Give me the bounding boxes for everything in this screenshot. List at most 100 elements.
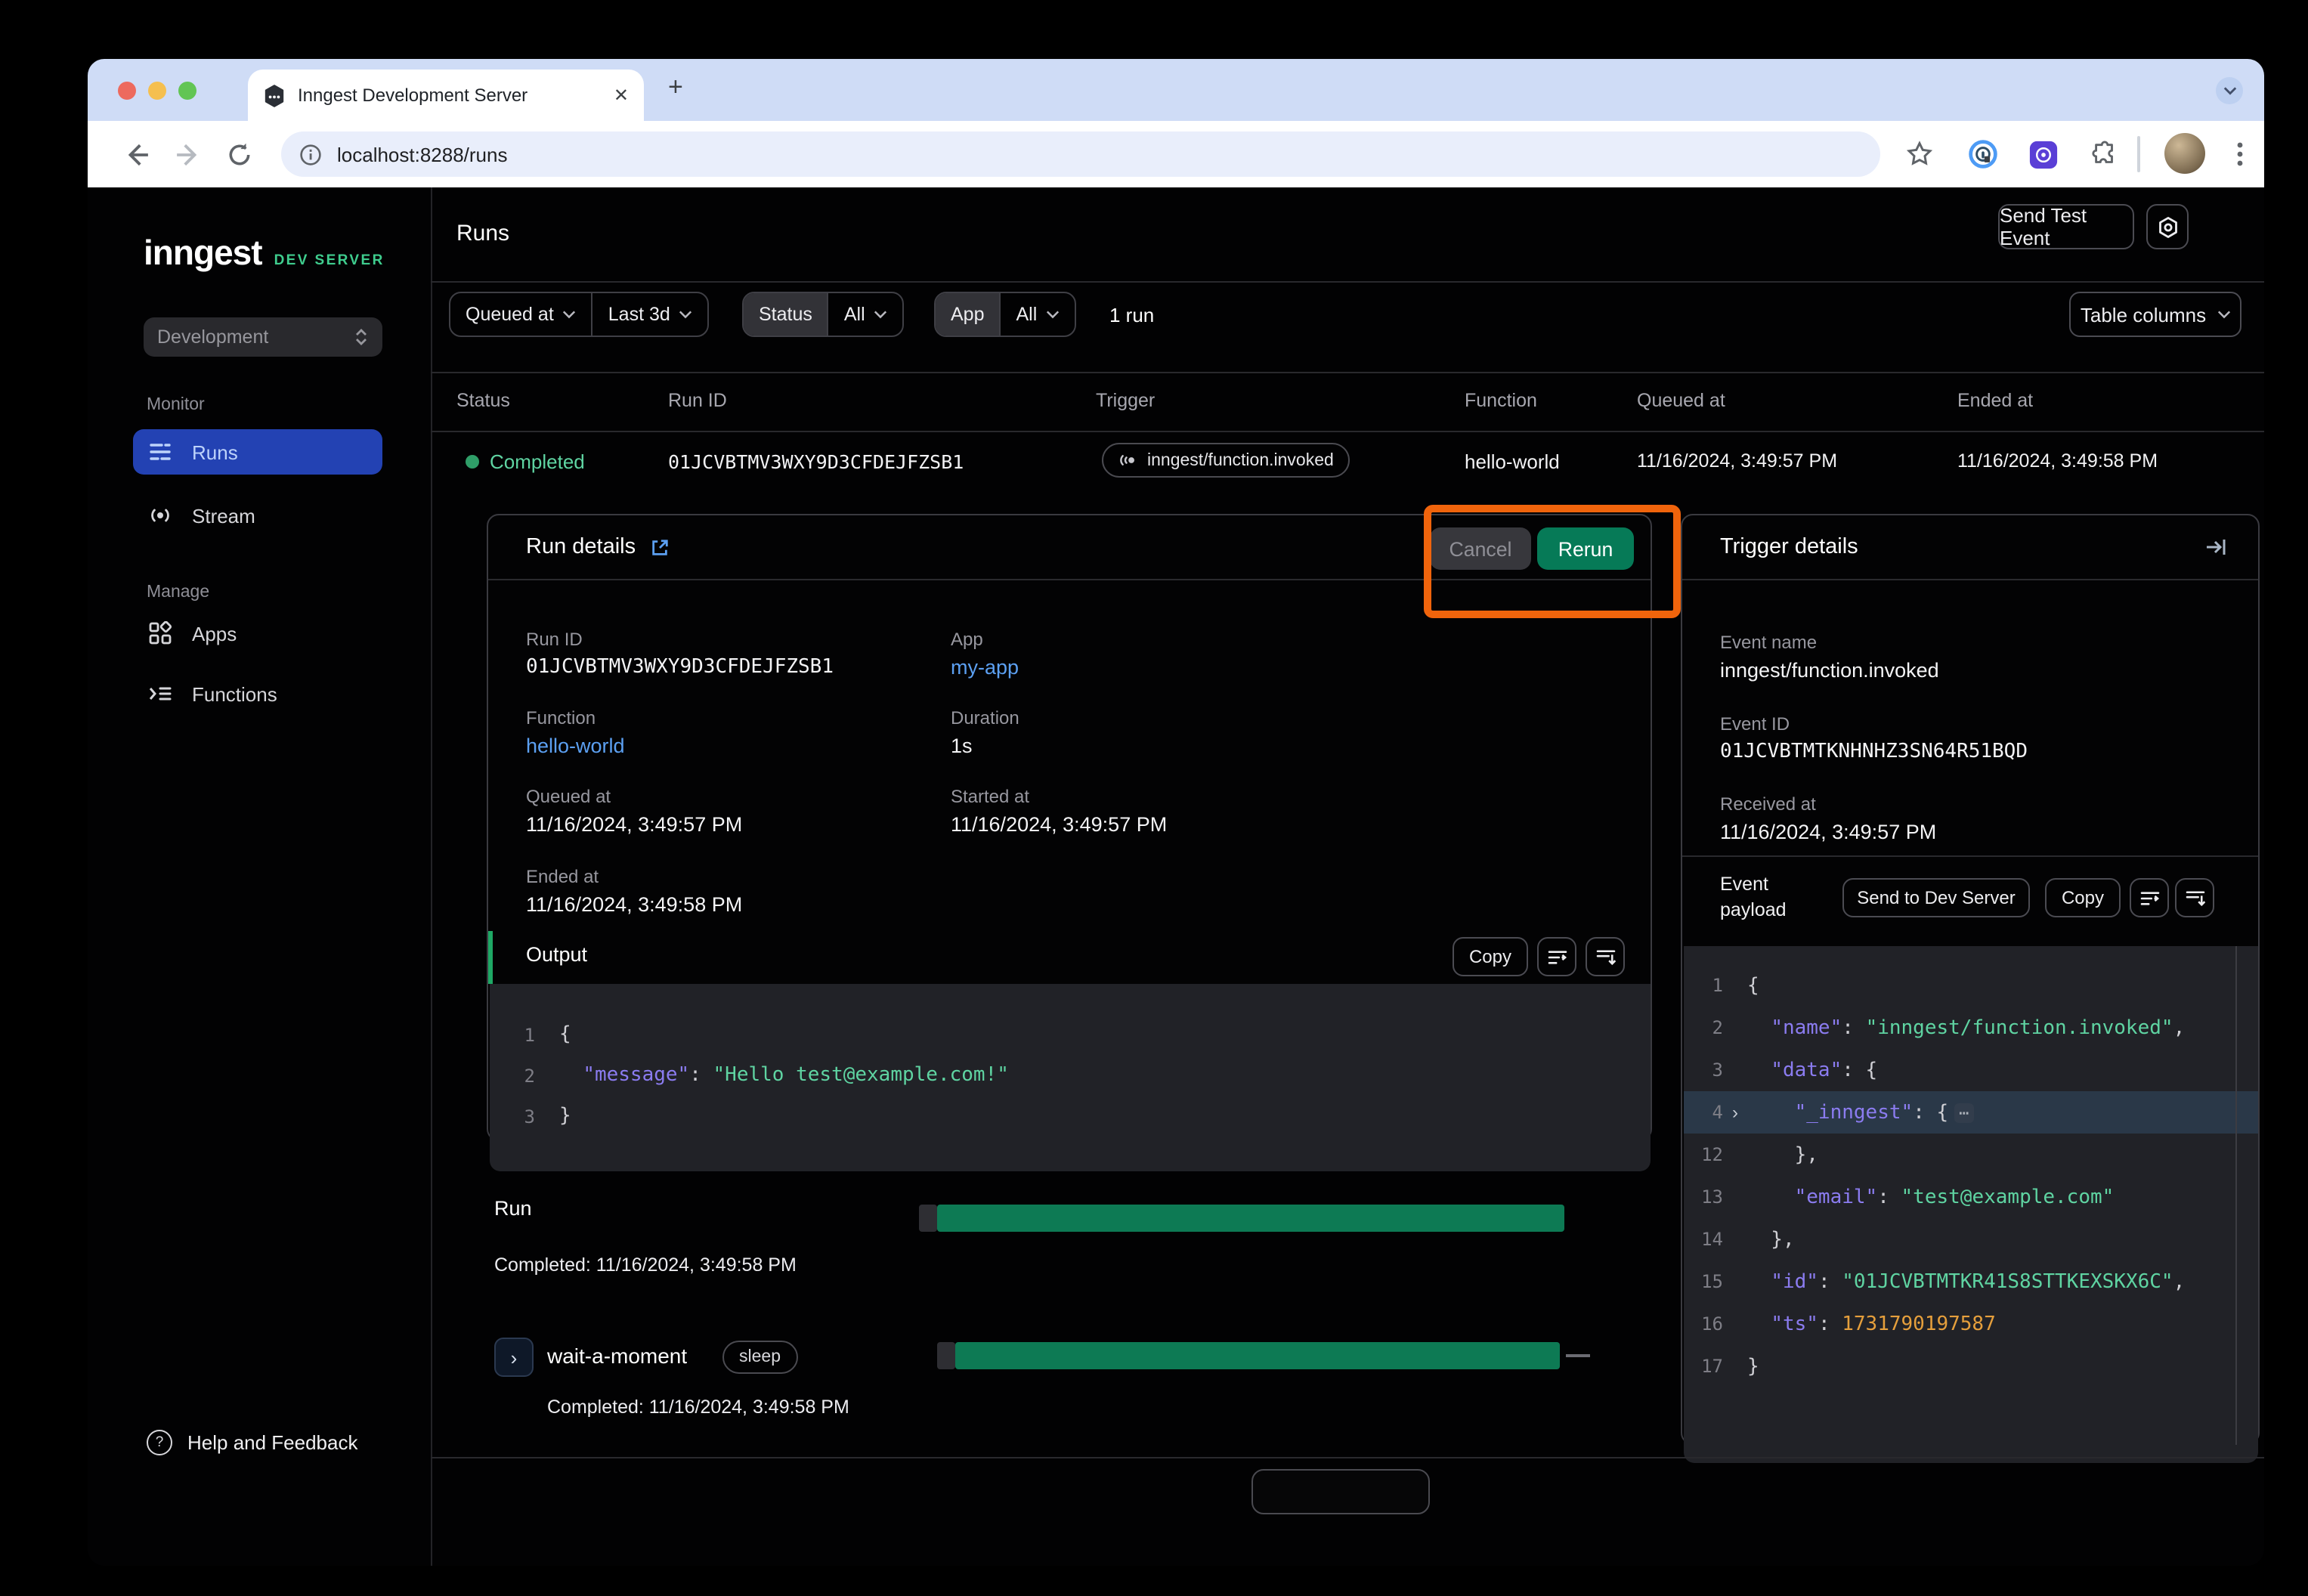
app-value-link[interactable]: my-app: [951, 656, 1019, 679]
extension-app-icon[interactable]: [2028, 139, 2059, 169]
code-line: 4› "_inngest": {⋯: [1684, 1091, 2258, 1134]
tab-search-chevron-icon[interactable]: [2216, 77, 2243, 104]
event-payload-code[interactable]: 1{2 "name": "inngest/function.invoked",3…: [1684, 946, 2258, 1463]
ended-at-label: Ended at: [526, 866, 599, 887]
payload-scroll-bottom-icon[interactable]: [2175, 878, 2214, 917]
browser-menu-kebab-icon[interactable]: [2225, 139, 2255, 169]
sleep-badge: sleep: [722, 1341, 797, 1374]
function-value-link[interactable]: hello-world: [526, 735, 625, 757]
event-broadcast-icon: [1118, 450, 1138, 470]
back-icon[interactable]: [121, 139, 151, 169]
output-code[interactable]: 1{2 "message": "Hello test@example.com!"…: [490, 984, 1651, 1171]
payload-scrollbar[interactable]: [2235, 946, 2237, 1445]
queued-at-filter[interactable]: Queued at: [450, 293, 593, 336]
time-range-filter[interactable]: Last 3d: [593, 293, 708, 336]
external-link-icon[interactable]: [649, 537, 669, 557]
filters-divider: [431, 372, 2264, 373]
minimize-window-button[interactable]: [148, 82, 166, 100]
app-label: App: [951, 629, 983, 650]
gear-icon: [2156, 215, 2179, 238]
timeline-step-pretick: [937, 1342, 955, 1369]
trigger-details-title: Trigger details: [1720, 535, 1858, 559]
functions-icon: [148, 682, 172, 706]
run-id-value: 01JCVBTMV3WXY9D3CFDEJFZSB1: [526, 656, 834, 679]
trigger-panel-divider: [1682, 855, 2258, 857]
row-status: Completed: [490, 450, 585, 473]
environment-select[interactable]: Development: [144, 317, 382, 357]
function-label: Function: [526, 707, 596, 728]
sidebar-item-apps[interactable]: Apps: [133, 611, 382, 656]
trigger-details-header: Trigger details: [1682, 515, 2258, 580]
payload-copy-button[interactable]: Copy: [2045, 878, 2121, 917]
annotation-highlight-box: [1424, 505, 1681, 618]
word-wrap-icon[interactable]: [1537, 937, 1576, 976]
status-filter-value[interactable]: All: [829, 293, 903, 336]
output-section-header: Output Copy: [488, 931, 1651, 984]
send-to-dev-server-button[interactable]: Send to Dev Server: [1842, 878, 2030, 917]
extensions-puzzle-icon[interactable]: [2089, 139, 2119, 169]
output-copy-button[interactable]: Copy: [1453, 937, 1528, 976]
help-and-feedback[interactable]: ? Help and Feedback: [147, 1430, 358, 1455]
question-circle-icon: ?: [147, 1430, 172, 1455]
browser-tab[interactable]: Inngest Development Server ✕: [248, 70, 644, 121]
reload-icon[interactable]: [224, 139, 254, 169]
col-function: Function: [1465, 390, 1537, 411]
timeline-step-bar[interactable]: [955, 1342, 1560, 1369]
code-line: 15 "id": "01JCVBTMTKR41S8STTKEXSKX6C",: [1684, 1260, 2258, 1303]
col-status: Status: [456, 390, 510, 411]
tab-close-icon[interactable]: ✕: [614, 86, 629, 104]
table-columns-button[interactable]: Table columns: [2069, 292, 2241, 337]
received-at-value: 11/16/2024, 3:49:57 PM: [1720, 821, 1936, 843]
footer-partial-button[interactable]: [1251, 1469, 1430, 1514]
screenshot-canvas: Inngest Development Server ✕ + localhost…: [0, 0, 2308, 1596]
duration-value: 1s: [951, 735, 973, 757]
inngest-app: inngest DEV SERVER Development Monitor R…: [88, 187, 2264, 1566]
sidebar-item-runs[interactable]: Runs: [133, 429, 382, 475]
collapse-panel-icon[interactable]: [2204, 535, 2228, 559]
run-count: 1 run: [1109, 304, 1154, 326]
bookmark-star-icon[interactable]: [1904, 139, 1935, 169]
app-filter-group: App All: [934, 292, 1076, 337]
trigger-badge[interactable]: inngest/function.invoked: [1102, 443, 1350, 478]
url-bar[interactable]: localhost:8288/runs: [281, 131, 1880, 177]
close-window-button[interactable]: [118, 82, 136, 100]
timeline-step-completed: Completed: 11/16/2024, 3:49:58 PM: [547, 1396, 849, 1418]
settings-gear-button[interactable]: [2146, 204, 2189, 249]
main-content: Runs Send Test Event Queued at Last 3d: [431, 187, 2264, 1566]
duration-label: Duration: [951, 707, 1019, 728]
dev-server-badge: DEV SERVER: [274, 252, 385, 269]
password-manager-extension-icon[interactable]: [1968, 139, 1998, 169]
manage-section-label: Manage: [147, 583, 209, 602]
page-title: Runs: [456, 221, 509, 246]
event-name-value: inngest/function.invoked: [1720, 659, 1939, 682]
forward-icon[interactable]: [172, 139, 203, 169]
site-info-icon[interactable]: [299, 143, 322, 165]
run-id-label: Run ID: [526, 629, 583, 650]
new-tab-button[interactable]: +: [668, 73, 683, 103]
monitor-section-label: Monitor: [147, 396, 205, 414]
started-at-value: 11/16/2024, 3:49:57 PM: [951, 813, 1167, 836]
maximize-window-button[interactable]: [178, 82, 196, 100]
timeline-run-bar[interactable]: [937, 1205, 1564, 1232]
payload-word-wrap-icon[interactable]: [2130, 878, 2169, 917]
code-line: 1{: [1684, 964, 2258, 1007]
row-queued-at: 11/16/2024, 3:49:57 PM: [1637, 450, 1837, 472]
scroll-to-bottom-icon[interactable]: [1586, 937, 1625, 976]
event-payload-title: Event payload: [1720, 872, 1814, 923]
sidebar-item-stream[interactable]: Stream: [133, 493, 382, 538]
col-ended-at: Ended at: [1957, 390, 2033, 411]
header-divider: [431, 281, 2264, 283]
code-line: 17}: [1684, 1345, 2258, 1387]
row-function: hello-world: [1465, 450, 1560, 473]
ended-at-value: 11/16/2024, 3:49:58 PM: [526, 893, 742, 916]
code-line: 3 "data": {: [1684, 1049, 2258, 1091]
sidebar-item-functions[interactable]: Functions: [133, 671, 382, 716]
code-line: 14 },: [1684, 1218, 2258, 1260]
profile-avatar[interactable]: [2164, 133, 2205, 174]
app-filter-value[interactable]: All: [1001, 293, 1075, 336]
received-at-label: Received at: [1720, 793, 1816, 815]
send-test-event-button[interactable]: Send Test Event: [1998, 204, 2134, 249]
table-header-divider: [431, 431, 2264, 432]
expand-step-chevron-button[interactable]: ›: [494, 1338, 534, 1377]
row-run-id: 01JCVBTMV3WXY9D3CFDEJFZSB1: [668, 450, 964, 473]
